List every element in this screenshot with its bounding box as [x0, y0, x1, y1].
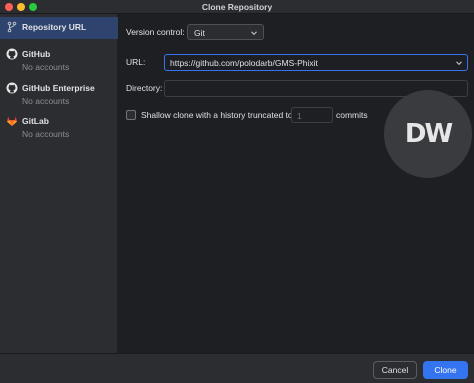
sidebar-item-sublabel: No accounts — [22, 62, 70, 72]
sidebar-item-label: Repository URL — [22, 22, 87, 32]
window-title: Clone Repository — [201, 2, 273, 12]
sidebar-item-sublabel: No accounts — [22, 129, 70, 139]
shallow-clone-checkbox[interactable] — [126, 110, 136, 120]
chevron-down-icon — [250, 29, 258, 37]
watermark-logo: DW — [384, 90, 472, 178]
watermark-text: DW — [404, 119, 453, 149]
github-icon — [6, 48, 18, 60]
title-bar: Clone Repository — [0, 0, 474, 14]
shallow-clone-label: Shallow clone with a history truncated t… — [141, 110, 293, 120]
shallow-depth-value: 1 — [297, 111, 302, 121]
commits-label: commits — [336, 110, 368, 120]
sidebar-item-gitlab[interactable]: GitLab No accounts — [0, 111, 118, 141]
vcs-branch-icon — [6, 21, 18, 33]
url-label: URL: — [126, 57, 146, 67]
directory-label: Directory: — [126, 83, 163, 93]
sidebar-item-label: GitHub — [22, 49, 51, 59]
clone-form: Version control: Git URL: https://github… — [119, 14, 474, 353]
dialog-footer: Cancel Clone — [0, 353, 474, 383]
version-control-label: Version control: — [126, 27, 185, 37]
sidebar-item-repository-url[interactable]: Repository URL — [0, 17, 118, 39]
cancel-button[interactable]: Cancel — [373, 361, 417, 379]
chevron-down-icon[interactable] — [455, 59, 463, 67]
gitlab-icon — [6, 115, 18, 127]
sidebar: Repository URL GitHub No accounts GitHub… — [0, 14, 118, 353]
sidebar-item-label: GitLab — [22, 116, 49, 126]
github-icon — [6, 82, 18, 94]
url-input[interactable]: https://github.com/polodarb/GMS-Phixit — [164, 54, 468, 71]
version-control-select[interactable]: Git — [187, 24, 264, 40]
shallow-depth-input[interactable]: 1 — [291, 107, 333, 123]
url-value: https://github.com/polodarb/GMS-Phixit — [170, 58, 318, 68]
sidebar-item-sublabel: No accounts — [22, 96, 70, 106]
sidebar-item-github-enterprise[interactable]: GitHub Enterprise No accounts — [0, 78, 118, 108]
version-control-value: Git — [194, 28, 205, 38]
clone-button[interactable]: Clone — [423, 361, 468, 379]
sidebar-item-label: GitHub Enterprise — [22, 83, 95, 93]
sidebar-item-github[interactable]: GitHub No accounts — [0, 44, 118, 74]
